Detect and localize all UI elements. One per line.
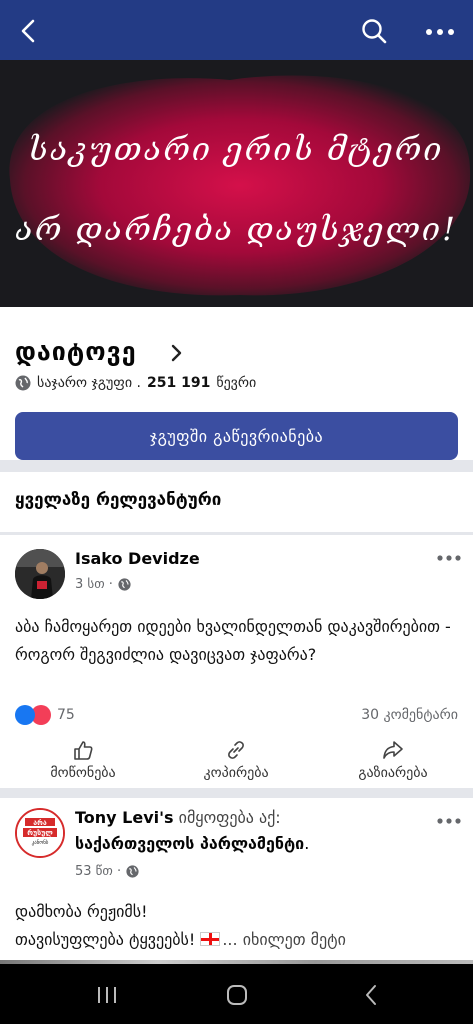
link-icon	[228, 741, 244, 759]
post-actions: მოწონება კოპირება გაზიარება	[0, 735, 473, 787]
member-count: 251 191	[147, 375, 211, 391]
see-more-link[interactable]: ... იხილეთ მეტი	[222, 930, 346, 949]
system-nav-bar	[0, 964, 473, 1024]
group-header: დაიტოვე საჯარო ჯგუფი . 251 191 წევრი ჯგუ…	[0, 307, 473, 460]
thumbs-up-icon	[74, 741, 93, 760]
join-group-button[interactable]: ჯგუფში გაწევრიანება	[15, 412, 458, 460]
section-divider	[0, 788, 473, 798]
post-card: Isako Devidze 3 სთ · აბა ჩამოყარეთ იდეებ…	[0, 535, 473, 788]
post-card: არა რუსულ კანონს Tony Levi's იმყოფება აქ…	[0, 798, 473, 960]
globe-icon	[118, 578, 131, 591]
chevron-right-icon[interactable]	[170, 343, 184, 363]
globe-icon	[126, 865, 139, 878]
share-button[interactable]: გაზიარება	[318, 739, 468, 781]
top-app-bar	[0, 0, 473, 60]
reactions-summary[interactable]: 75	[15, 705, 75, 725]
comments-count[interactable]: 30 კომენტარი	[361, 707, 458, 723]
post-options-icon[interactable]	[436, 816, 462, 826]
post-time: 53 წთ ·	[75, 864, 139, 879]
group-cover-image[interactable]: საკუთარი ერის მტერი არ დარჩება დაუსჯელი!	[0, 60, 473, 307]
nav-back-icon[interactable]	[364, 983, 378, 1007]
group-name[interactable]: დაიტოვე	[15, 337, 137, 366]
group-meta: საჯარო ჯგუფი . 251 191 წევრი	[15, 375, 256, 391]
reactions-count: 75	[57, 707, 75, 723]
home-icon[interactable]	[226, 984, 248, 1006]
post-status: იმყოფება აქ:	[178, 808, 281, 827]
post-author-line: Tony Levi's იმყოფება აქ:	[75, 808, 281, 827]
post-time: 3 სთ ·	[75, 577, 131, 592]
post-body: აბა ჩამოყარეთ იდეები ხვალინდელთან დაკავშ…	[15, 617, 451, 664]
post-author[interactable]: Tony Levi's	[75, 808, 174, 827]
share-icon	[383, 741, 403, 759]
avatar[interactable]: არა რუსულ კანონს	[15, 808, 65, 858]
group-privacy: საჯარო ჯგუფი .	[37, 375, 141, 391]
globe-icon	[15, 375, 31, 391]
search-icon[interactable]	[360, 17, 388, 45]
more-dots-icon[interactable]	[424, 20, 456, 44]
georgia-flag-icon	[200, 932, 221, 946]
member-label: წევრი	[216, 375, 257, 391]
post-body: დამხობა რეჟიმს! თავისუფლება ტყვეებს! ...…	[15, 902, 346, 949]
avatar[interactable]	[15, 549, 65, 599]
svg-text:არა: არა	[33, 819, 47, 827]
post-author[interactable]: Isako Devidze	[75, 549, 200, 568]
back-arrow-icon[interactable]	[14, 16, 44, 46]
like-button[interactable]: მოწონება	[8, 739, 158, 781]
svg-text:რუსულ: რუსულ	[27, 829, 53, 837]
section-divider	[0, 460, 473, 472]
svg-text:კანონს: კანონს	[32, 839, 49, 846]
like-reaction-icon	[15, 705, 35, 725]
recent-apps-icon[interactable]	[96, 985, 118, 1005]
cover-text-line1: საკუთარი ერის მტერი	[28, 130, 443, 168]
checkin-place[interactable]: საქართველოს პარლამენტი.	[75, 834, 309, 853]
post-options-icon[interactable]	[436, 553, 462, 563]
cover-text-line2: არ დარჩება დაუსჯელი!	[15, 210, 457, 248]
sort-label[interactable]: ყველაზე რელევანტური	[15, 490, 221, 510]
copy-link-button[interactable]: კოპირება	[161, 739, 311, 781]
